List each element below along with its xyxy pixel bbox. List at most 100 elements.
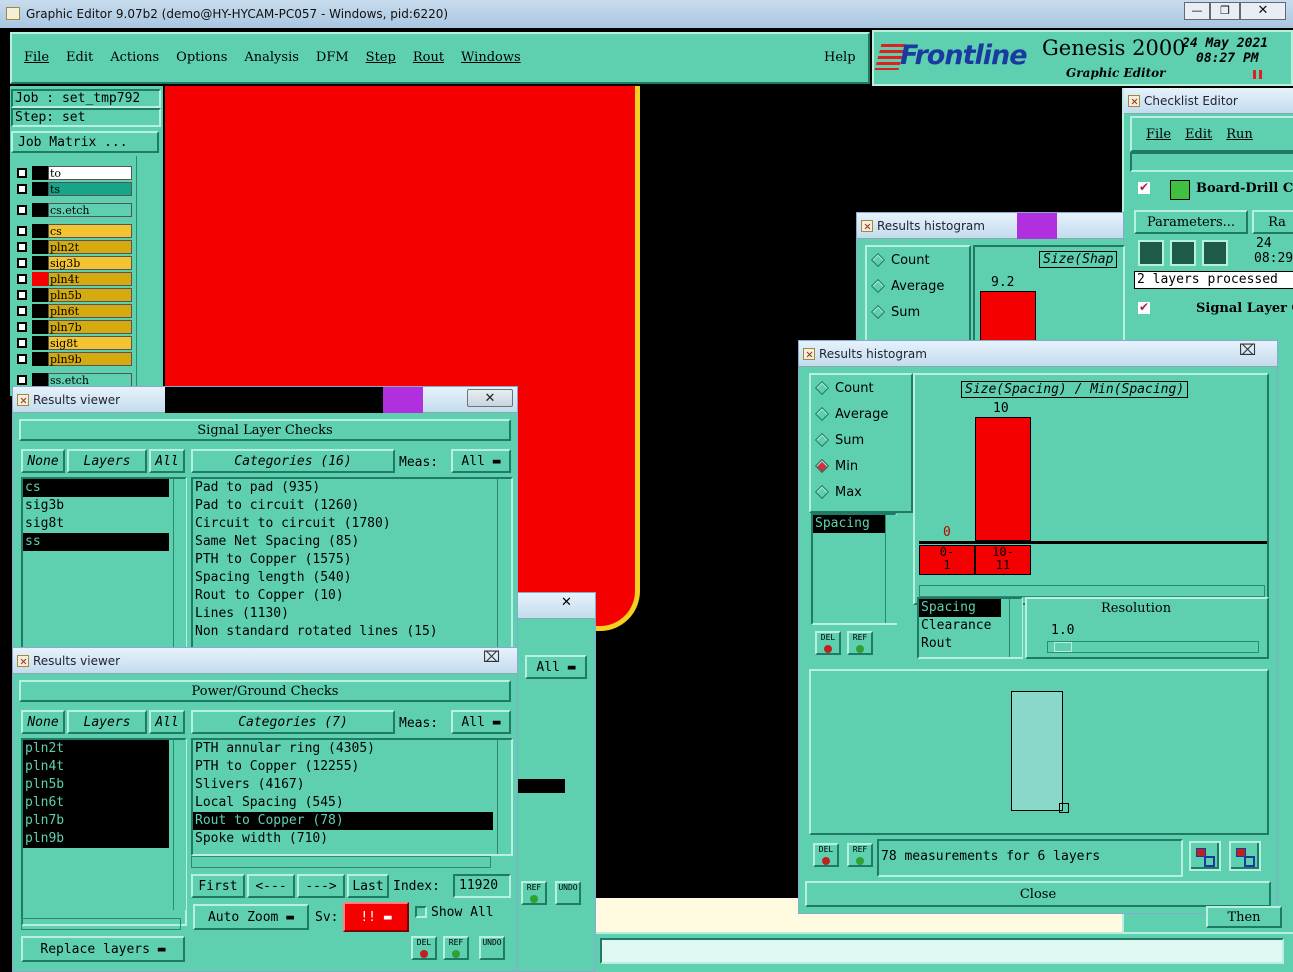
layer-row-ss-etch[interactable]: ss.etch xyxy=(14,373,132,387)
layer-row-sig8t[interactable]: sig8t xyxy=(14,336,132,350)
layer-name[interactable]: to xyxy=(48,166,132,180)
rv2-category-item[interactable]: PTH annular ring (4305) xyxy=(193,740,493,758)
layer-checkbox[interactable] xyxy=(17,354,27,364)
hist-option-max[interactable]: Max xyxy=(811,479,911,505)
rv1-none-button[interactable]: None xyxy=(21,449,65,473)
layer-row-pln9b[interactable]: pln9b xyxy=(14,352,132,366)
menu-options[interactable]: Options xyxy=(176,50,227,65)
layer-name[interactable]: pln4t xyxy=(48,272,132,286)
rv2-category-item[interactable]: Local Spacing (545) xyxy=(193,794,493,812)
layer-row-sig3b[interactable]: sig3b xyxy=(14,256,132,270)
layer-checkbox[interactable] xyxy=(17,274,27,284)
hist-option-average[interactable]: Average xyxy=(811,401,911,427)
layer-row-pln6t[interactable]: pln6t xyxy=(14,304,132,318)
rv2-category-item[interactable]: Spoke width (710) xyxy=(193,830,493,848)
job-matrix-button[interactable]: Job Matrix ... xyxy=(11,131,159,153)
layer-name[interactable]: sig3b xyxy=(48,256,132,270)
rv2-category-list[interactable]: PTH annular ring (4305) PTH to Copper (12… xyxy=(191,738,513,856)
layer-row-ts[interactable]: ts xyxy=(14,182,132,196)
menu-dfm[interactable]: DFM xyxy=(316,50,349,65)
hidden-undo-button[interactable]: UNDO xyxy=(555,881,581,905)
hist-option-count[interactable]: Count xyxy=(811,375,911,401)
layer-row-pln7b[interactable]: pln7b xyxy=(14,320,132,334)
layer-checkbox[interactable] xyxy=(17,258,27,268)
show-all-checkbox[interactable] xyxy=(415,906,427,918)
rv1-layer-item[interactable]: sig3b xyxy=(23,497,169,515)
hist-back-sum-option[interactable]: Sum xyxy=(867,299,969,325)
layer-name[interactable]: sig8t xyxy=(48,336,132,350)
layer-checkbox[interactable] xyxy=(17,375,27,385)
checklist-menu-run[interactable]: Run xyxy=(1226,127,1253,142)
rv2-none-button[interactable]: None xyxy=(21,710,65,734)
rv2-category-item[interactable]: PTH to Copper (12255) xyxy=(193,758,493,776)
rv1-category-item[interactable]: Lines (1130) xyxy=(193,605,493,623)
hist-close-icon[interactable]: ⌧ xyxy=(1239,341,1256,359)
layer-color-swatch[interactable] xyxy=(32,182,48,196)
menu-actions[interactable]: Actions xyxy=(110,50,159,65)
rv2-category-item[interactable]: Rout to Copper (78) xyxy=(193,812,493,830)
zoom-back-icon[interactable] xyxy=(1229,841,1261,871)
hidden-meas-dropdown[interactable]: All ▬ xyxy=(525,655,587,679)
rv2-layer-item[interactable]: pln7b xyxy=(23,812,169,830)
zoom-fit-icon[interactable] xyxy=(1189,841,1221,871)
rv2-close-icon[interactable]: ⌧ xyxy=(483,648,500,666)
layer-checkbox[interactable] xyxy=(17,226,27,236)
layer-color-swatch[interactable] xyxy=(32,304,48,318)
layer-color-swatch[interactable] xyxy=(32,256,48,270)
hist-type-item[interactable]: Clearance xyxy=(919,617,1001,635)
hist-hscroll[interactable] xyxy=(919,585,1265,597)
rv2-layer-hscroll[interactable] xyxy=(21,918,181,930)
first-button[interactable]: First xyxy=(191,874,245,898)
rv2-ref-button[interactable]: REF xyxy=(443,936,469,960)
next-button[interactable]: ---> xyxy=(297,874,345,898)
hidden-close-icon[interactable]: ✕ xyxy=(561,595,572,610)
layer-row-pln4t[interactable]: pln4t xyxy=(14,272,132,286)
ra-button[interactable]: Ra xyxy=(1252,210,1293,234)
hidden-ref-button[interactable]: REF xyxy=(521,881,547,905)
layer-name[interactable]: pln6t xyxy=(48,304,132,318)
prev-button[interactable]: <--- xyxy=(247,874,295,898)
rv2-layer-list[interactable]: pln2t pln4t pln5b pln6t pln7b pln9b xyxy=(21,738,187,926)
menu-analysis[interactable]: Analysis xyxy=(244,50,299,65)
rv2-undo-button[interactable]: UNDO xyxy=(479,936,505,960)
rv1-category-item[interactable]: Non standard rotated lines (15) xyxy=(193,623,493,641)
checklist-item-board-drill[interactable]: Board-Drill Che xyxy=(1196,181,1293,196)
rv2-layer-item[interactable]: pln2t xyxy=(23,740,169,758)
rv1-layer-list[interactable]: cs sig3b sig8t ss xyxy=(21,477,187,657)
rv2-del-button[interactable]: DEL xyxy=(411,936,437,960)
menu-rout[interactable]: Rout xyxy=(413,50,444,65)
sv-dropdown[interactable]: !! ▬ xyxy=(343,902,409,932)
menu-file[interactable]: File xyxy=(24,50,49,65)
rv2-layer-item[interactable]: pln4t xyxy=(23,758,169,776)
rv2-all-button[interactable]: All xyxy=(149,710,185,734)
hist-measure-item[interactable]: Spacing xyxy=(813,515,885,533)
hist-close-button[interactable]: Close xyxy=(805,881,1271,907)
rv1-layers-button[interactable]: Layers xyxy=(67,449,147,473)
hist-type-item[interactable]: Spacing xyxy=(919,599,1001,617)
rv1-meas-dropdown[interactable]: All ▬ xyxy=(451,449,511,473)
layer-color-swatch[interactable] xyxy=(32,336,48,350)
hist-bin-0[interactable]: 0- 1 xyxy=(919,545,975,575)
rv1-category-item[interactable]: Pad to pad (935) xyxy=(193,479,493,497)
layer-row-pln5b[interactable]: pln5b xyxy=(14,288,132,302)
replace-layers-dropdown[interactable]: Replace layers ▬ xyxy=(21,936,185,962)
layer-row-pln2t[interactable]: pln2t xyxy=(14,240,132,254)
restore-button[interactable]: ❐ xyxy=(1210,2,1240,20)
auto-zoom-dropdown[interactable]: Auto Zoom ▬ xyxy=(193,904,309,930)
rv1-layer-item[interactable]: ss xyxy=(23,533,169,551)
layer-checkbox[interactable] xyxy=(17,184,27,194)
layer-color-swatch[interactable] xyxy=(32,352,48,366)
help-menu[interactable]: Help xyxy=(824,50,856,65)
hist-type-list[interactable]: Spacing Clearance Rout xyxy=(917,597,1023,659)
menu-edit[interactable]: Edit xyxy=(66,50,93,65)
hist-bar[interactable] xyxy=(975,417,1031,541)
hist-del-button[interactable]: DEL xyxy=(815,631,841,655)
layer-color-swatch[interactable] xyxy=(32,224,48,238)
parameters-button[interactable]: Parameters... xyxy=(1134,210,1248,234)
layer-checkbox[interactable] xyxy=(17,290,27,300)
rv2-categories-button[interactable]: Categories (7) xyxy=(191,710,395,734)
run-icon-1[interactable] xyxy=(1138,240,1164,266)
minimize-button[interactable]: — xyxy=(1184,2,1210,20)
last-button[interactable]: Last xyxy=(347,874,389,898)
layer-name[interactable]: cs xyxy=(48,224,132,238)
